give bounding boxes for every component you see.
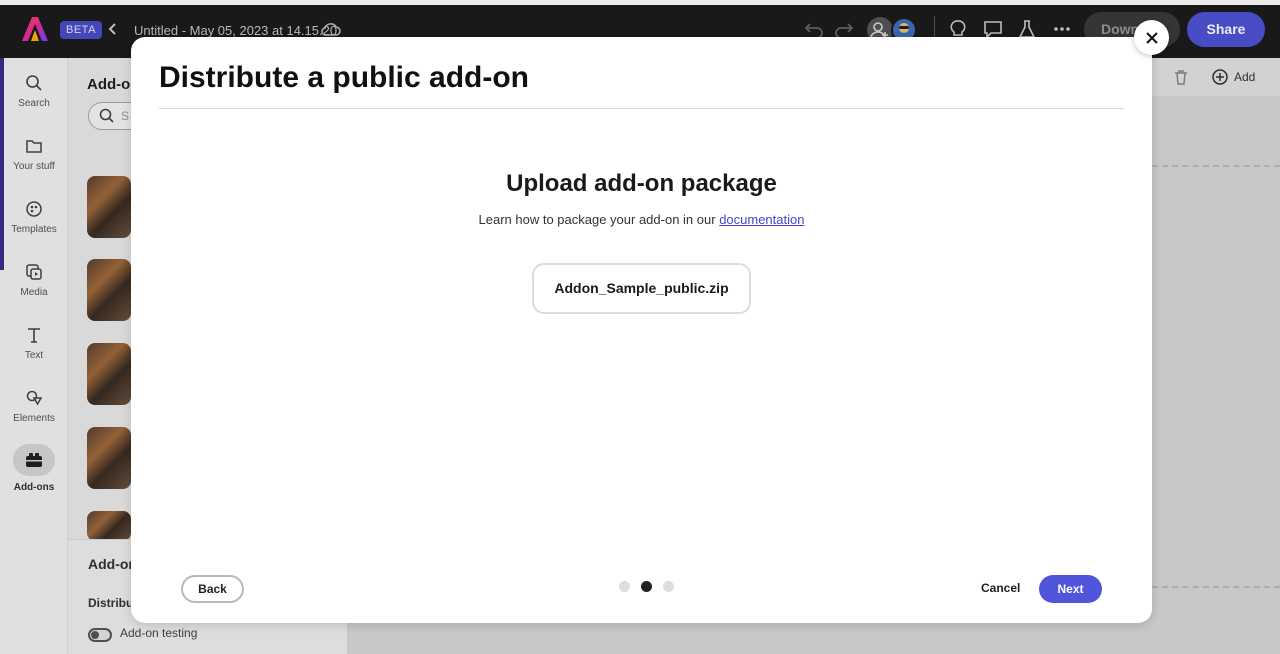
distribute-addon-dialog: Distribute a public add-on Upload add-on…: [131, 37, 1152, 623]
title-divider: [159, 108, 1124, 109]
cancel-button[interactable]: Cancel: [981, 581, 1020, 595]
upload-heading: Upload add-on package: [506, 170, 777, 197]
step-dot: [619, 581, 630, 592]
close-dialog-button[interactable]: [1134, 20, 1169, 55]
help-text-body: Learn how to package your add-on in our: [478, 212, 720, 227]
step-dot: [663, 581, 674, 592]
step-indicator: [619, 581, 679, 593]
close-icon: [1145, 31, 1158, 44]
uploaded-file-chip[interactable]: Addon_Sample_public.zip: [532, 263, 751, 314]
help-text: Learn how to package your add-on in our …: [131, 212, 1152, 227]
documentation-link[interactable]: documentation: [719, 212, 804, 227]
next-button[interactable]: Next: [1039, 575, 1102, 603]
dialog-title: Distribute a public add-on: [159, 61, 530, 94]
step-dot-current: [641, 581, 652, 592]
back-button[interactable]: Back: [181, 575, 244, 603]
